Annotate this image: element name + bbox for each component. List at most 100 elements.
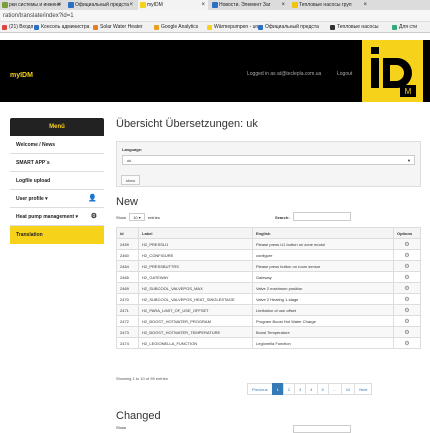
browser-tab[interactable]: myIDM × bbox=[138, 0, 208, 10]
close-icon[interactable]: × bbox=[57, 0, 61, 10]
sidebar-item-translation[interactable]: Translation bbox=[10, 226, 104, 244]
page-button[interactable]: 10 bbox=[340, 383, 356, 395]
cell-options: ⚙ bbox=[393, 238, 421, 250]
sidebar-item-welcome-news[interactable]: Welcome / News bbox=[10, 136, 104, 154]
page-button[interactable]: Previous bbox=[247, 383, 273, 395]
cell-english: Valve 2 Heating 1-stage bbox=[252, 293, 394, 305]
edit-gear-icon[interactable]: ⚙ bbox=[404, 330, 409, 336]
cell-label: H2_SUBCOOL_VALVEPOS_MAX bbox=[138, 282, 253, 294]
cell-label: H2_CONFIGURE bbox=[138, 249, 253, 261]
cell-english: Program Boost Hot Water Charge bbox=[252, 315, 394, 327]
sidebar-item-logfile-upload[interactable]: Logfile upload bbox=[10, 172, 104, 190]
tab-favicon-icon bbox=[2, 2, 8, 8]
bookmark-item[interactable]: Консоль администра bbox=[34, 22, 89, 32]
column-header-label[interactable]: Label bbox=[138, 227, 253, 239]
menu-title: Menü bbox=[10, 118, 104, 136]
table-row: 2460 H2_CONFIGURE configure ⚙ bbox=[116, 249, 421, 261]
cell-options: ⚙ bbox=[393, 326, 421, 338]
bookmark-item[interactable]: Solar Water Heater bbox=[93, 22, 143, 32]
edit-gear-icon[interactable]: ⚙ bbox=[404, 308, 409, 314]
table-row: 2465 H2_GATEWAY Gateway ⚙ bbox=[116, 271, 421, 283]
bookmark-item[interactable]: Для сти bbox=[392, 22, 417, 32]
cell-english: Please press button on room sensor bbox=[252, 260, 394, 272]
bookmark-item[interactable]: Официальный предста bbox=[258, 22, 319, 32]
address-bar[interactable]: ration/translate/index?id=1 bbox=[0, 10, 430, 22]
close-icon[interactable]: × bbox=[281, 0, 285, 10]
cell-id: 2459 bbox=[116, 238, 139, 250]
show-prefix-label: Show bbox=[116, 425, 127, 430]
table-row: 2469 H2_SUBCOOL_VALVEPOS_MAX Valve 2 maxim… bbox=[116, 282, 421, 294]
sidebar-item-label: SMART APP´s bbox=[16, 160, 50, 166]
cell-english: Please press U1 button on zone modul bbox=[252, 238, 394, 250]
edit-gear-icon[interactable]: ⚙ bbox=[404, 275, 409, 281]
bookmark-item[interactable]: Google Analytics bbox=[154, 22, 198, 32]
bookmark-label: Для сти bbox=[399, 24, 417, 30]
bookmark-label: Тепловые насосы bbox=[337, 24, 379, 30]
translations-table: id Label English Options 2459 H2_PRESSLI1… bbox=[116, 227, 421, 349]
close-icon[interactable]: × bbox=[363, 0, 367, 10]
cell-options: ⚙ bbox=[393, 315, 421, 327]
cell-english: configure bbox=[252, 249, 394, 261]
chevron-down-icon: ▼ bbox=[407, 158, 411, 163]
edit-gear-icon[interactable]: ⚙ bbox=[404, 242, 409, 248]
browser-tab[interactable]: рки системы и инжене × bbox=[0, 0, 64, 10]
cell-english: Gateway bbox=[252, 271, 394, 283]
browser-tab[interactable]: Официальный предста × bbox=[66, 0, 136, 10]
show-button[interactable]: show bbox=[121, 175, 140, 185]
edit-gear-icon[interactable]: ⚙ bbox=[404, 341, 409, 347]
cell-options: ⚙ bbox=[393, 260, 421, 272]
cell-english: Boost Temperature bbox=[252, 326, 394, 338]
sidebar-menu: Menü Welcome / News SMART APP´s Logfile … bbox=[10, 118, 104, 244]
idm-logo[interactable]: M bbox=[362, 40, 423, 102]
pagination: Previous 1 2 3 4 5… 10 Next bbox=[247, 383, 373, 395]
column-header-id[interactable]: id bbox=[116, 227, 139, 239]
close-icon[interactable]: × bbox=[129, 0, 133, 10]
logout-link[interactable]: Logout bbox=[337, 71, 352, 77]
cell-english: Legionella Function bbox=[252, 337, 394, 349]
table-row: 2471 H2_PARA_LIMIT_OF_USE_OFFSET Limitatio… bbox=[116, 304, 421, 316]
sidebar-item-user-profile[interactable]: User profile ▾ 👤 bbox=[10, 190, 104, 208]
cell-label: H2_GATEWAY bbox=[138, 271, 253, 283]
sidebar-item-heat-pump-management[interactable]: Heat pump management ▾ ⚙ bbox=[10, 208, 104, 226]
table-header-row: id Label English Options bbox=[116, 227, 421, 239]
changed-page-length-control: Show bbox=[116, 425, 126, 430]
cell-label: H2_BOOST_HOTWATER_TEMPERATURE bbox=[138, 326, 253, 338]
column-header-english[interactable]: English bbox=[252, 227, 394, 239]
close-icon[interactable]: × bbox=[201, 0, 205, 10]
bookmark-item[interactable]: Тепловые насосы bbox=[330, 22, 379, 32]
sidebar-item-smart-apps[interactable]: SMART APP´s bbox=[10, 154, 104, 172]
browser-tab[interactable]: Тепловые насосы груп × bbox=[290, 0, 370, 10]
bookmark-favicon-icon bbox=[154, 25, 159, 30]
edit-gear-icon[interactable]: ⚙ bbox=[404, 264, 409, 270]
cell-id: 2472 bbox=[116, 315, 139, 327]
search-label: Search: bbox=[275, 215, 290, 220]
cell-label: H2_BOOST_HOTWATER_PROGRAM bbox=[138, 315, 253, 327]
changed-search-input[interactable] bbox=[293, 425, 351, 433]
page-length-select[interactable]: 10 ▾ bbox=[129, 213, 145, 221]
bookmark-item[interactable]: Wärmepumpen - un bbox=[207, 22, 258, 32]
bookmark-favicon-icon bbox=[93, 25, 98, 30]
language-select-value: uk bbox=[127, 158, 132, 163]
search-input[interactable] bbox=[293, 212, 351, 221]
page-button[interactable]: … bbox=[327, 383, 342, 395]
edit-gear-icon[interactable]: ⚙ bbox=[404, 286, 409, 292]
language-select[interactable]: uk ▼ bbox=[122, 155, 415, 165]
edit-gear-icon[interactable]: ⚙ bbox=[404, 319, 409, 325]
sidebar-item-label: Heat pump management ▾ bbox=[16, 214, 78, 220]
cell-label: H2_PARA_LIMIT_OF_USE_OFFSET bbox=[138, 304, 253, 316]
edit-gear-icon[interactable]: ⚙ bbox=[404, 297, 409, 303]
bookmark-item[interactable]: (21) Входя bbox=[2, 22, 33, 32]
tab-label: Официальный предста bbox=[75, 2, 129, 8]
bookmarks-bar: (21) Входя Консоль администра Solar Water … bbox=[0, 22, 430, 33]
browser-tab[interactable]: Новости. Элемент Заг × bbox=[210, 0, 288, 10]
cell-english: Valve 2 maximum position bbox=[252, 282, 394, 294]
page-length-value: 10 bbox=[133, 215, 138, 220]
language-filter-panel: Language: uk ▼ bbox=[116, 141, 421, 187]
changed-section-title: Changed bbox=[116, 410, 161, 422]
edit-gear-icon[interactable]: ⚙ bbox=[404, 253, 409, 259]
page-button[interactable]: Next bbox=[354, 383, 373, 395]
sidebar-item-label: Logfile upload bbox=[16, 178, 51, 184]
brand-link[interactable]: myIDM bbox=[10, 72, 33, 79]
bookmark-favicon-icon bbox=[207, 25, 212, 30]
cell-id: 2465 bbox=[116, 271, 139, 283]
